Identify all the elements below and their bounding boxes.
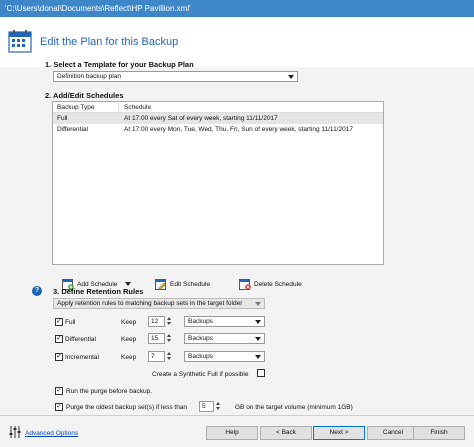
backup-plan-dialog: Edit the Plan for this Backup 1. Select …: [0, 17, 474, 447]
table-header: Backup Type Schedule: [53, 102, 383, 113]
section-schedules-label: 2. Add/Edit Schedules: [45, 91, 124, 100]
incremental-unit-value: Backups: [188, 353, 213, 360]
full-keep-spinner[interactable]: [166, 316, 173, 327]
differential-unit-value: Backups: [188, 335, 213, 342]
purge-gb-input[interactable]: 5: [199, 401, 214, 412]
edit-schedule-button[interactable]: Edit Schedule: [155, 275, 210, 293]
purge-gb-spinner[interactable]: [215, 401, 222, 412]
table-row[interactable]: Full At 17:00 every Sat of every week, s…: [53, 113, 383, 124]
template-select-value: Definition backup plan: [57, 73, 121, 80]
template-select[interactable]: Definition backup plan: [53, 71, 298, 82]
chevron-down-icon[interactable]: [125, 282, 132, 286]
full-unit-value: Backups: [188, 318, 213, 325]
incremental-keep-input[interactable]: 7: [148, 351, 165, 362]
full-keep-input[interactable]: 12: [148, 316, 165, 327]
column-header-schedule[interactable]: Schedule: [124, 104, 151, 111]
incremental-checkbox[interactable]: ✓: [55, 353, 63, 361]
retention-rule-value: Apply retention rules to matching backup…: [57, 300, 243, 307]
differential-checkbox[interactable]: ✓: [55, 335, 63, 343]
full-checkbox[interactable]: ✓: [55, 318, 63, 326]
keep-label: Keep: [121, 354, 137, 361]
row-backup-type: Full: [57, 115, 68, 122]
section-template-label: 1. Select a Template for your Backup Pla…: [45, 60, 194, 69]
run-purge-label: Run the purge before backup.: [66, 388, 153, 395]
chevron-down-icon: [255, 355, 261, 359]
incremental-unit-select[interactable]: Backups: [184, 351, 265, 362]
back-button[interactable]: < Back: [260, 426, 312, 440]
section-retention-label: 3. Define Retention Rules: [53, 287, 144, 296]
column-header-backup-type[interactable]: Backup Type: [57, 104, 94, 111]
schedules-table[interactable]: Backup Type Schedule Full At 17:00 every…: [52, 101, 384, 265]
chevron-down-icon: [255, 320, 261, 324]
delete-schedule-button[interactable]: Delete Schedule: [239, 275, 302, 293]
synthetic-full-checkbox[interactable]: [257, 369, 265, 377]
advanced-options-icon[interactable]: [9, 425, 21, 441]
edit-schedule-label: Edit Schedule: [170, 280, 211, 288]
edit-schedule-icon: [155, 279, 166, 290]
finish-button[interactable]: Finish: [413, 426, 465, 440]
row-schedule: At 17:00 every Mon, Tue, Wed, Thu, Fri, …: [124, 126, 353, 133]
synthetic-full-label: Create a Synthetic Full if possible: [152, 371, 249, 378]
next-button[interactable]: Next >: [313, 426, 365, 440]
delete-schedule-icon: [239, 279, 251, 290]
incremental-label: Incremental: [65, 354, 99, 361]
table-row[interactable]: Differential At 17:00 every Mon, Tue, We…: [53, 124, 383, 135]
cancel-button[interactable]: Cancel: [367, 426, 419, 440]
purge-oldest-checkbox[interactable]: ✓: [55, 403, 63, 411]
incremental-keep-spinner[interactable]: [166, 351, 173, 362]
footer-divider: [0, 415, 474, 416]
chevron-down-icon: [288, 75, 294, 79]
run-purge-checkbox[interactable]: ✓: [55, 387, 63, 395]
purge-gb-suffix: GB on the target volume (minimum 1GB): [235, 404, 353, 411]
differential-keep-spinner[interactable]: [166, 333, 173, 344]
differential-unit-select[interactable]: Backups: [184, 333, 265, 344]
advanced-options-link[interactable]: Advanced Options: [25, 430, 78, 437]
row-schedule: At 17:00 every Sat of every week, starti…: [124, 115, 278, 122]
full-unit-select[interactable]: Backups: [184, 316, 265, 327]
chevron-down-icon: [255, 337, 261, 341]
page-title: Edit the Plan for this Backup: [40, 36, 179, 48]
purge-oldest-label: Purge the oldest backup set(s) if less t…: [66, 404, 188, 411]
full-label: Full: [65, 319, 76, 326]
calendar-icon: [8, 29, 32, 55]
chevron-down-icon: [255, 302, 261, 306]
differential-keep-input[interactable]: 15: [148, 333, 165, 344]
help-button[interactable]: Help: [206, 426, 258, 440]
help-icon[interactable]: ?: [32, 286, 42, 296]
window-title: 'C:\Users\donal\Documents\Reflect\HP Pav…: [5, 4, 191, 13]
column-divider[interactable]: [118, 103, 119, 112]
differential-label: Differential: [65, 336, 96, 343]
delete-schedule-label: Delete Schedule: [254, 280, 302, 288]
retention-rule-select[interactable]: Apply retention rules to matching backup…: [53, 298, 265, 309]
row-backup-type: Differential: [57, 126, 88, 133]
keep-label: Keep: [121, 336, 137, 343]
window-title-bar[interactable]: 'C:\Users\donal\Documents\Reflect\HP Pav…: [0, 0, 474, 17]
keep-label: Keep: [121, 319, 137, 326]
